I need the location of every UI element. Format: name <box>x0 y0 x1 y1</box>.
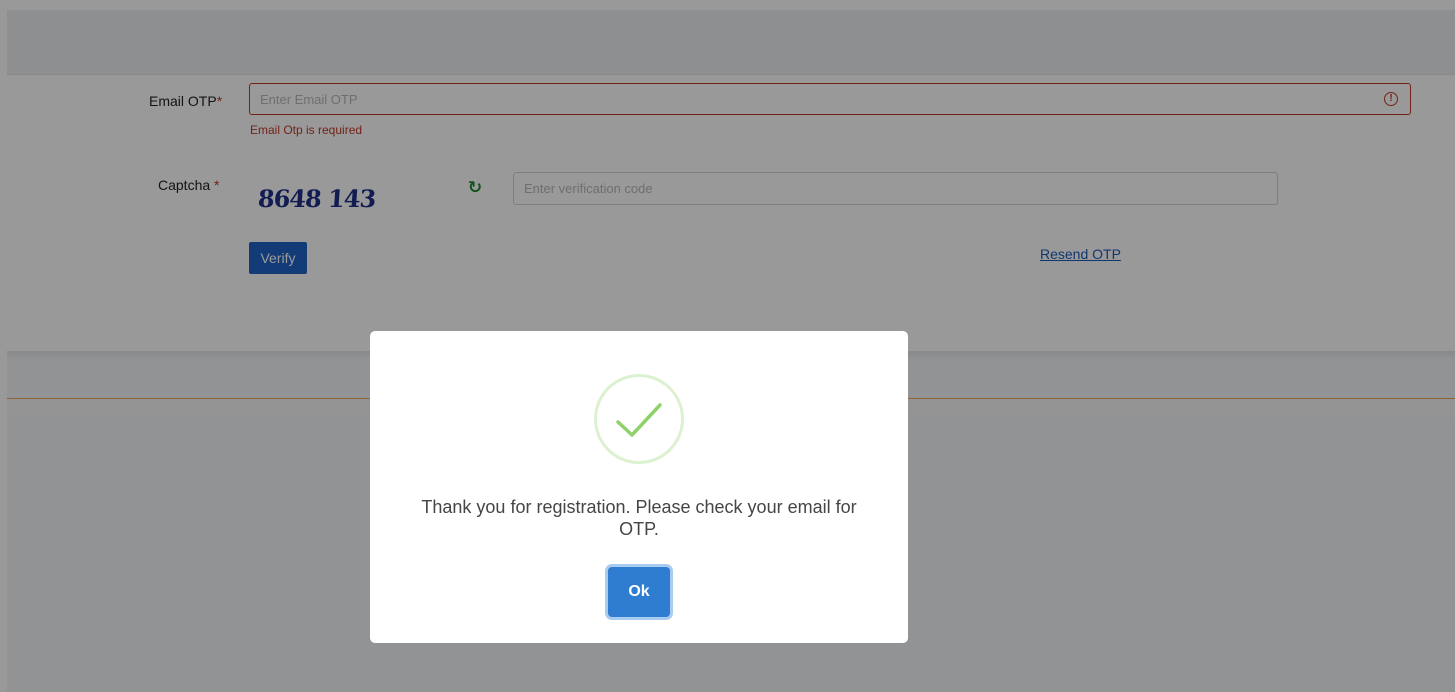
dialog-message: Thank you for registration. Please check… <box>421 497 857 539</box>
check-circle-icon <box>594 374 684 464</box>
success-dialog: Thank you for registration. Please check… <box>370 331 908 643</box>
ok-button[interactable]: Ok <box>608 567 670 617</box>
